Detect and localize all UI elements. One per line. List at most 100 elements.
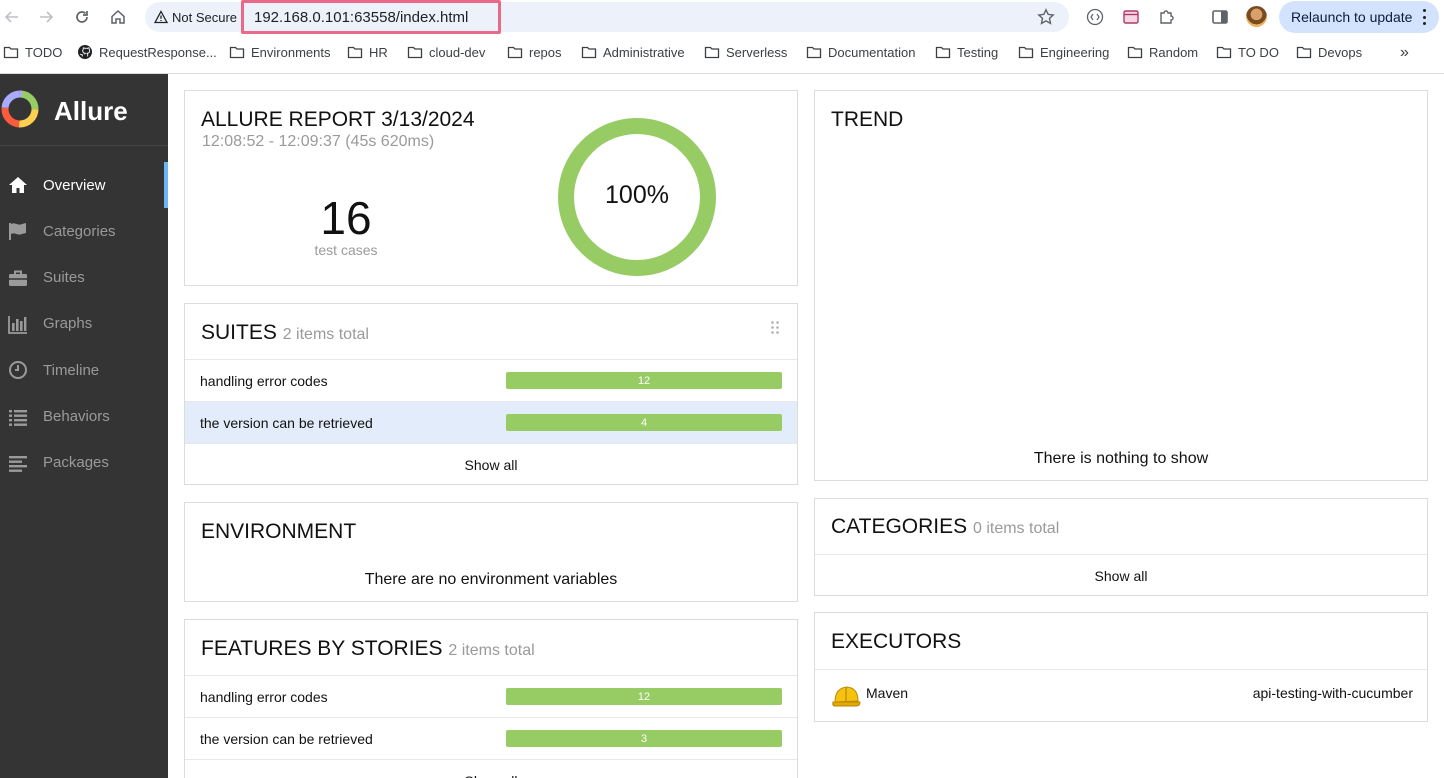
bookmark-label: TO DO [1238, 44, 1279, 60]
list-item[interactable]: handling error codes 12 [185, 675, 797, 717]
bookmark-label: cloud-dev [429, 44, 486, 60]
flag-icon [7, 220, 29, 242]
bookmark-item[interactable]: Random [1127, 44, 1198, 60]
bookmark-item[interactable]: TO DO [1216, 44, 1279, 60]
sidebar-item-label: Timeline [43, 361, 100, 379]
executor-name: Maven [866, 685, 909, 701]
bookmark-item[interactable]: Documentation [806, 44, 915, 60]
list-item[interactable]: the version can be retrieved 4 [185, 401, 797, 443]
environment-title: ENVIRONMENT [201, 520, 357, 543]
brand[interactable]: Allure [0, 74, 168, 146]
drag-handle-icon[interactable] [771, 321, 779, 334]
folder-icon [407, 46, 423, 59]
extension-button-2[interactable] [1121, 7, 1141, 27]
pass-rate-label: 100% [605, 181, 669, 209]
profile-avatar[interactable] [1246, 6, 1267, 27]
categories-show-all-link[interactable]: Show all [815, 554, 1427, 596]
hard-hat-icon [832, 686, 861, 707]
list-item-name: the version can be retrieved [200, 414, 373, 431]
bookmark-label: Administrative [603, 44, 685, 60]
features-title: FEATURES BY STORIES 2 items total [201, 637, 535, 661]
sidebar-item-overview[interactable]: Overview [0, 162, 168, 208]
sidebar-item-behaviors[interactable]: Behaviors [0, 394, 168, 440]
bookmarks-overflow-button[interactable]: » [1400, 44, 1409, 62]
forward-button[interactable] [34, 5, 58, 29]
extension-button-1[interactable] [1085, 7, 1105, 27]
bookmark-label: Testing [957, 44, 999, 60]
sidebar-item-timeline[interactable]: Timeline [0, 347, 168, 393]
reload-button[interactable] [70, 5, 94, 29]
bookmark-star-icon[interactable] [1037, 8, 1055, 26]
bookmark-label: Engineering [1040, 44, 1110, 60]
extensions-button[interactable] [1157, 7, 1177, 27]
suites-title: SUITES 2 items total [201, 321, 369, 345]
bookmark-item[interactable]: Devops [1296, 44, 1362, 60]
executors-title: EXECUTORS [831, 630, 962, 653]
folder-icon [704, 46, 720, 59]
home-outline-icon [111, 9, 125, 24]
bookmark-item[interactable]: Administrative [581, 44, 685, 60]
status-bar[interactable]: 12 [506, 372, 782, 389]
sidebar-item-categories[interactable]: Categories [0, 208, 168, 254]
bookmark-item[interactable]: HR [347, 44, 388, 60]
environment-widget: ENVIRONMENT There are no environment var… [184, 502, 798, 602]
overview-page: ALLURE REPORT 3/13/2024 12:08:52 - 12:09… [168, 74, 1444, 778]
align-left-icon [7, 452, 29, 474]
features-title-text: FEATURES BY STORIES [201, 637, 443, 660]
relaunch-button[interactable]: Relaunch to update [1279, 1, 1439, 33]
bookmark-item[interactable]: Testing [935, 44, 998, 60]
status-bar[interactable]: 4 [506, 414, 782, 431]
sidebar-item-graphs[interactable]: Graphs [0, 301, 168, 347]
sidebar-item-suites[interactable]: Suites [0, 255, 168, 301]
list-item-name: handling error codes [200, 688, 328, 705]
url-text: 192.168.0.101:63558/index.html [254, 8, 469, 26]
list-item[interactable]: handling error codes 12 [185, 359, 797, 401]
bookmark-item[interactable]: repos [507, 44, 562, 60]
bookmark-item[interactable]: Environments [229, 44, 330, 60]
status-bar[interactable]: 3 [506, 730, 782, 747]
security-indicator[interactable]: Not Secure [154, 2, 237, 32]
bookmark-item[interactable]: TODO [3, 44, 62, 60]
folder-icon [347, 46, 363, 59]
bookmark-item[interactable]: RequestResponse... [77, 44, 217, 60]
bookmark-item[interactable]: Serverless [704, 44, 787, 60]
bookmark-item[interactable]: cloud-dev [407, 44, 485, 60]
bookmark-label: Documentation [828, 44, 916, 60]
features-count: 2 items total [448, 642, 535, 659]
folder-icon [581, 46, 597, 59]
executor-row[interactable]: Maven api-testing-with-cucumber [815, 669, 1427, 721]
sidebar-item-label: Categories [43, 222, 116, 240]
trend-title: TREND [831, 108, 904, 131]
categories-widget: CATEGORIES 0 items total Show all [814, 498, 1428, 596]
trend-widget: TREND There is nothing to show [814, 90, 1428, 481]
folder-icon [806, 46, 822, 59]
features-show-all-link[interactable]: Show all [185, 759, 797, 778]
home-button[interactable] [106, 5, 130, 29]
bookmark-item[interactable]: Engineering [1018, 44, 1109, 60]
executor-build-name[interactable]: api-testing-with-cucumber [1253, 685, 1413, 701]
bookmark-label: HR [369, 44, 388, 60]
report-time-range: 12:08:52 - 12:09:37 (45s 620ms) [202, 133, 435, 150]
arrow-right-icon [40, 11, 54, 23]
url-field[interactable]: 192.168.0.101:63558/index.html [241, 0, 501, 34]
side-panel-button[interactable] [1210, 7, 1230, 27]
features-by-stories-widget: FEATURES BY STORIES 2 items total handli… [184, 619, 798, 778]
browser-toolbar: Not Secure 192.168.0.101:63558/index.htm… [0, 0, 1444, 34]
sidebar-item-label: Graphs [43, 315, 93, 333]
executors-widget: EXECUTORS Maven api-testing-with-cucumbe… [814, 612, 1428, 722]
folder-icon [1127, 46, 1143, 59]
list-item[interactable]: the version can be retrieved 3 [185, 717, 797, 759]
status-bar[interactable]: 12 [506, 688, 782, 705]
folder-icon [1018, 46, 1034, 59]
more-menu-icon[interactable] [1423, 9, 1427, 25]
sidebar-item-label: Overview [43, 176, 106, 194]
back-button[interactable] [0, 5, 24, 29]
puzzle-icon [1160, 10, 1174, 24]
calendar-icon [1123, 10, 1139, 24]
reload-icon [76, 11, 88, 23]
sidebar-item-packages[interactable]: Packages [0, 440, 168, 486]
sidebar-item-label: Packages [43, 454, 109, 472]
folder-icon [3, 46, 19, 59]
suites-show-all-link[interactable]: Show all [185, 443, 797, 485]
address-bar[interactable]: Not Secure 192.168.0.101:63558/index.htm… [145, 0, 1069, 34]
